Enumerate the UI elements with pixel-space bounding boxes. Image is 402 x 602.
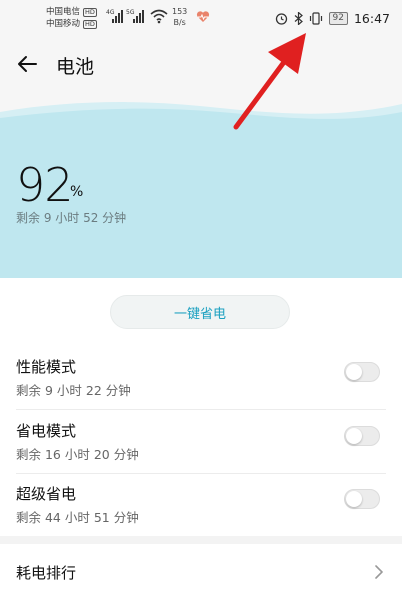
battery-remaining-time: 剩余 9 小时 52 分钟	[16, 211, 127, 225]
status-right: 92 16:47	[275, 8, 390, 28]
status-bar: 中国电信 HD 中国移动 HD 4G 5G 153 B/s 92 16:47	[0, 0, 402, 36]
toggle-knob	[346, 364, 362, 380]
bluetooth-icon	[294, 11, 303, 25]
page-title: 电池	[56, 56, 95, 78]
signal-icon: 4G	[106, 9, 123, 23]
speed-value: 153	[172, 7, 188, 16]
list-item-power-saving-mode[interactable]: 省电模式 剩余 16 小时 20 分钟	[0, 410, 402, 474]
wave-decoration	[0, 98, 402, 138]
network-speed: 153 B/s	[172, 6, 187, 28]
alarm-icon	[275, 12, 287, 25]
back-arrow-icon[interactable]	[14, 50, 42, 78]
signal-icon: 5G	[126, 9, 144, 23]
toggle-knob	[346, 491, 362, 507]
wifi-icon	[150, 9, 168, 24]
battery-percent: 92	[16, 158, 74, 212]
one-key-power-save-button[interactable]: 一键省电	[110, 295, 290, 329]
performance-mode-toggle[interactable]	[344, 362, 380, 382]
mode-remaining: 剩余 9 小时 22 分钟	[16, 383, 131, 398]
toggle-knob	[346, 428, 362, 444]
carrier-info: 中国电信 HD 中国移动 HD	[46, 6, 97, 30]
speed-unit: B/s	[173, 18, 186, 27]
mode-title: 省电模式	[16, 422, 77, 440]
network-type-5g: 5G	[126, 9, 135, 16]
percent-sign: %	[70, 184, 84, 200]
section-separator	[0, 536, 402, 544]
ranking-label: 耗电排行	[16, 564, 77, 582]
network-type-4g: 4G	[106, 9, 115, 16]
battery-hero: 92 % 剩余 9 小时 52 分钟	[0, 98, 402, 278]
vibrate-icon	[309, 11, 322, 25]
clock: 16:47	[353, 10, 390, 26]
battery-level-badge: 92	[328, 11, 348, 25]
chevron-right-icon	[375, 565, 383, 579]
list-item-performance-mode[interactable]: 性能模式 剩余 9 小时 22 分钟	[0, 346, 402, 410]
carrier-2: 中国移动	[46, 19, 81, 29]
power-consumption-ranking-item[interactable]: 耗电排行	[0, 544, 402, 600]
hd-badge: HD	[83, 7, 97, 17]
mode-remaining: 剩余 16 小时 20 分钟	[16, 447, 139, 462]
super-power-saving-toggle[interactable]	[344, 489, 380, 509]
power-saving-mode-toggle[interactable]	[344, 426, 380, 446]
hd-badge: HD	[83, 19, 97, 29]
mode-title: 性能模式	[16, 358, 77, 376]
carrier-1: 中国电信	[46, 7, 81, 17]
app-header: 电池	[0, 36, 402, 98]
mode-title: 超级省电	[16, 485, 77, 503]
list-item-super-power-saving[interactable]: 超级省电 剩余 44 小时 51 分钟	[0, 473, 402, 537]
heart-icon	[196, 11, 210, 22]
mode-remaining: 剩余 44 小时 51 分钟	[16, 510, 139, 525]
